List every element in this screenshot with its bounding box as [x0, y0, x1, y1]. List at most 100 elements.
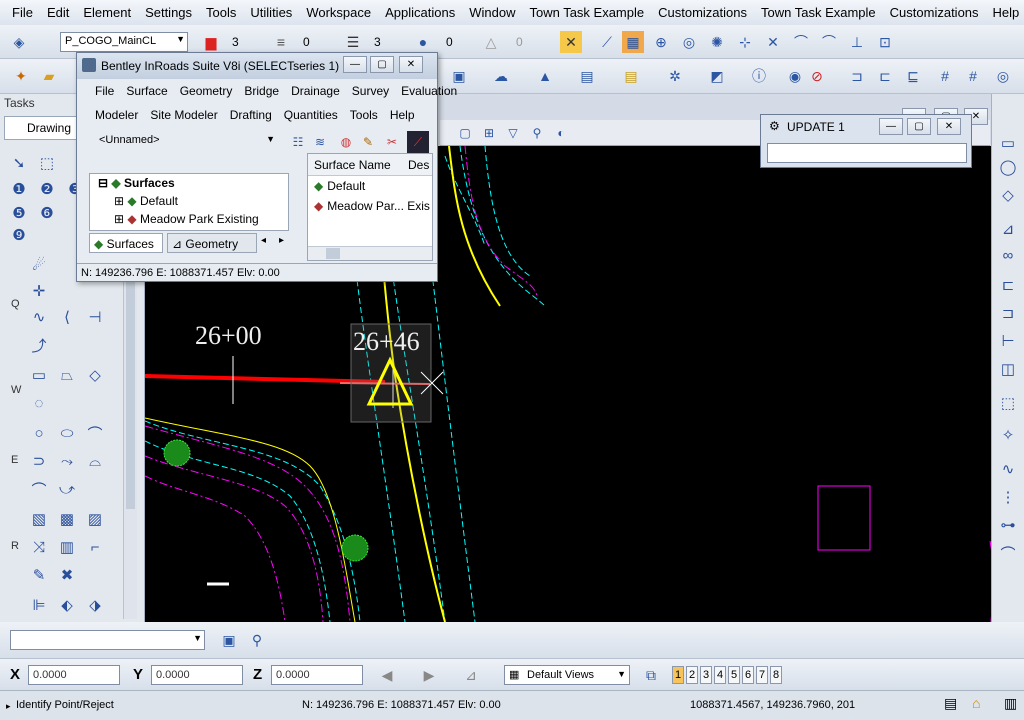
inroads-menu-quantities[interactable]: Quantities [284, 108, 338, 122]
partial-delete-icon[interactable]: ▩ [56, 508, 78, 530]
terrain-icon[interactable]: ▲ [534, 65, 556, 87]
level-combo[interactable]: P_COGO_MainCL ▼ [60, 32, 188, 52]
snap-tangent-icon[interactable]: ✕ [762, 31, 784, 53]
inroads-menu-file[interactable]: File [95, 84, 114, 98]
tab-surfaces[interactable]: ◆ Surfaces [89, 233, 163, 253]
raster-icon[interactable]: ☁ [490, 65, 512, 87]
description-header[interactable]: Des [408, 158, 429, 172]
tree-root[interactable]: ⊟ ◆ Surfaces [98, 176, 175, 190]
target-icon[interactable]: ◎ [992, 65, 1014, 87]
lighting-icon[interactable]: ✲ [664, 65, 686, 87]
snap-arc-icon[interactable]: ⌒ [790, 31, 812, 53]
connect-icon[interactable]: ⊏ [997, 274, 1019, 296]
menu-applications[interactable]: Applications [385, 5, 455, 20]
menu-workspace[interactable]: Workspace [306, 5, 371, 20]
snap-midpoint-icon[interactable]: ▦ [622, 31, 644, 53]
x-field[interactable]: 0.0000 [28, 665, 120, 685]
level-1-icon[interactable]: ❶ [8, 178, 30, 200]
grid-icon[interactable]: # [934, 65, 956, 87]
curve-icon[interactable]: ∿ [997, 458, 1019, 480]
inroads-minimize-button[interactable]: — [343, 56, 367, 73]
place-regular-polygon-icon[interactable]: ◌ [28, 392, 50, 414]
offset-icon[interactable]: ⊐ [997, 302, 1019, 324]
window-area-icon[interactable]: ⊏ [874, 65, 896, 87]
levels-manager-icon[interactable]: ▤ [576, 65, 598, 87]
place-shape-icon[interactable]: ⏢ [56, 364, 78, 386]
place-smartline-icon[interactable]: ⟨ [56, 306, 78, 328]
inroads-maximize-button[interactable]: ▢ [370, 56, 394, 73]
manipulate-icon[interactable]: ⊫ [28, 594, 50, 616]
tab-scroll-right-icon[interactable]: ▸ [279, 235, 284, 246]
place-line-icon[interactable]: ✛ [28, 280, 50, 302]
snap-parallel-icon[interactable]: ⊥ [846, 31, 868, 53]
inroads-settings-icon[interactable]: ≋ [309, 131, 331, 153]
list-hscrollbar[interactable] [308, 246, 432, 260]
inroads-view-icon[interactable]: ⟋ [407, 131, 429, 153]
standard-view-icon[interactable]: ⊿ [460, 664, 482, 686]
snap-nearest-icon[interactable]: ⟋ [596, 31, 618, 53]
views-combo[interactable]: ▦ Default Views ▼ [504, 665, 630, 685]
keyin-browse-icon[interactable]: ▣ [218, 629, 240, 651]
delete-element-icon[interactable]: ✖ [56, 564, 78, 586]
surface-list[interactable]: Surface Name Des ◆ Default ◆ Meadow Par.… [307, 153, 433, 261]
view-display-icon[interactable]: ◐ [550, 122, 572, 144]
view-button-1[interactable]: 1 [672, 666, 684, 684]
list-hscrollbar-thumb[interactable] [326, 248, 340, 259]
status-home-icon[interactable]: ⌂ [972, 695, 980, 711]
orientation-icon[interactable]: ⊿ [997, 218, 1019, 240]
inroads-menu-site-modeler[interactable]: Site Modeler [150, 108, 217, 122]
level-9-icon[interactable]: ❾ [8, 224, 30, 246]
inroads-menu-modeler[interactable]: Modeler [95, 108, 138, 122]
info-icon[interactable]: ⓘ [748, 65, 770, 87]
inroads-tools-icon[interactable]: ✂ [381, 131, 403, 153]
smooth-icon[interactable]: ⌒ [997, 542, 1019, 564]
layers-icon[interactable]: ◈ [8, 31, 30, 53]
tree-item-meadow-park[interactable]: ⊞ ◆ Meadow Park Existing [114, 212, 259, 226]
intellitrim-icon[interactable]: ▥ [56, 536, 78, 558]
inroads-pencil-icon[interactable]: ✎ [357, 131, 379, 153]
menu-customizations-2[interactable]: Customizations [890, 5, 979, 20]
place-orthogonal-icon[interactable]: ◇ [84, 364, 106, 386]
modify-element-icon[interactable]: ▧ [28, 508, 50, 530]
list-item[interactable]: ◆ Meadow Par... Exis [308, 196, 432, 216]
inroads-options-icon[interactable]: ☷ [287, 131, 309, 153]
view-button-6[interactable]: 6 [742, 666, 754, 684]
circles-icon[interactable]: ∞ [997, 244, 1019, 266]
tree-item-default[interactable]: ⊞ ◆ Default [114, 194, 178, 208]
inroads-menu-help[interactable]: Help [390, 108, 415, 122]
drop-element-icon[interactable]: ⬗ [84, 594, 106, 616]
place-circle-icon[interactable]: ○ [28, 422, 50, 444]
inroads-menu-evaluation[interactable]: Evaluation [401, 84, 457, 98]
inroads-menu-surface[interactable]: Surface [126, 84, 167, 98]
cursor-icon[interactable]: ⊢ [997, 330, 1019, 352]
select-arrow-icon[interactable]: ➘ [8, 152, 30, 174]
inroads-menu-bridge[interactable]: Bridge [244, 84, 279, 98]
measure-icon[interactable]: ⊑ [902, 65, 924, 87]
color-icon[interactable]: ▆ [200, 31, 222, 53]
view-button-5[interactable]: 5 [728, 666, 740, 684]
place-ellipse-icon[interactable]: ⬭ [56, 422, 78, 444]
inroads-close-button[interactable]: ✕ [399, 56, 423, 73]
view-attributes-icon[interactable]: ▢ [454, 122, 476, 144]
forward-icon[interactable]: ▶ [418, 664, 440, 686]
tab-scroll-left-icon[interactable]: ◂ [261, 235, 266, 246]
priority-icon[interactable]: △ [480, 31, 502, 53]
menu-tools[interactable]: Tools [206, 5, 236, 20]
rotate-view-icon[interactable]: ◉ [784, 65, 806, 87]
inroads-menu-tools[interactable]: Tools [350, 108, 378, 122]
inroads-menu-survey[interactable]: Survey [352, 84, 389, 98]
view-filter-icon[interactable]: ▽ [502, 122, 524, 144]
view-zoom-icon[interactable]: ⚲ [526, 122, 548, 144]
menu-utilities[interactable]: Utilities [250, 5, 292, 20]
fit-view-icon[interactable]: ⊐ [846, 65, 868, 87]
menu-edit[interactable]: Edit [47, 5, 69, 20]
update-titlebar[interactable]: ⚙ UPDATE 1 — ▢ ✕ [761, 115, 971, 139]
tweak-icon[interactable]: ✧ [997, 424, 1019, 446]
extend-line-icon[interactable]: ▨ [84, 508, 106, 530]
render-icon[interactable]: ◩ [706, 65, 728, 87]
view-group-icon[interactable]: ⧉ [640, 664, 662, 686]
construct-icon[interactable]: ⬖ [56, 594, 78, 616]
place-curve-icon[interactable]: ∿ [28, 306, 50, 328]
half-ellipse-icon[interactable]: ⌒ [28, 478, 50, 500]
update-minimize-button[interactable]: — [879, 118, 903, 135]
